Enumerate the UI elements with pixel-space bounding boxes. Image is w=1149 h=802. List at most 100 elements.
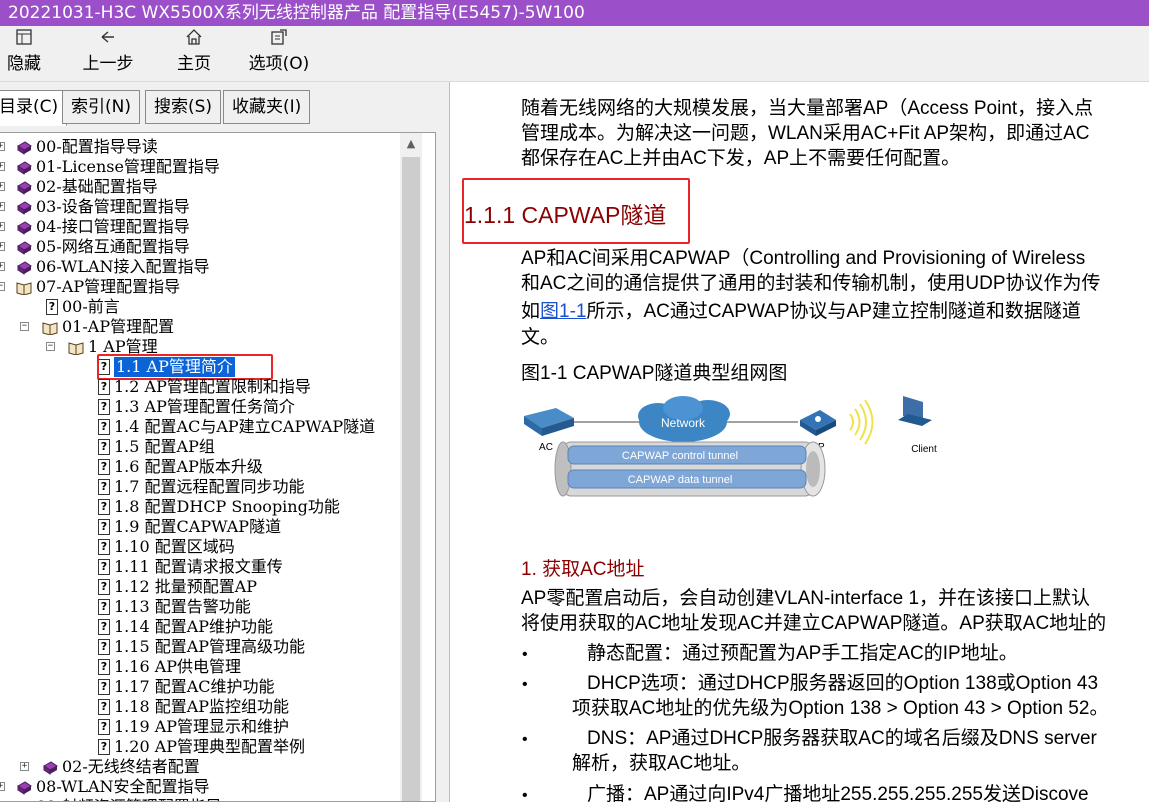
bullet-4-text: 广播：AP通过向IPv4广播地址255.255.255.255发送Discove [587,784,1089,802]
help-page-icon: ? [98,379,110,395]
tree-item[interactable]: +04-接口管理配置指导 [0,217,400,237]
wireless-signal-icon [849,399,874,445]
collapse-icon[interactable]: − [0,282,5,291]
closed-book-icon [16,260,32,275]
tree-item-label: 1.6 配置AP版本升级 [114,457,263,476]
tree-item[interactable]: ? 1.2 AP管理配置限制和指导 [0,377,400,397]
expand-icon[interactable]: + [0,162,5,171]
tree-item[interactable]: ? 00-前言 [0,297,400,317]
tree-item[interactable]: ? 1.9 配置CAPWAP隧道 [0,517,400,537]
tree-item[interactable]: ? 1.13 配置告警功能 [0,597,400,617]
data-tunnel-label: CAPWAP data tunnel [628,474,733,486]
tree-item[interactable]: ? 1.3 AP管理配置任务简介 [0,397,400,417]
expand-icon[interactable]: + [0,142,5,151]
ap-device-icon [800,410,836,436]
expand-icon[interactable]: + [20,762,29,771]
tree-item[interactable]: ? 1.19 AP管理显示和维护 [0,717,400,737]
expand-icon[interactable]: + [0,222,5,231]
help-page-icon: ? [98,659,110,675]
tree-item-label: 1.10 配置区域码 [114,537,235,556]
tab-index[interactable]: 索引(N) [62,90,140,124]
help-page-icon: ? [98,499,110,515]
hide-label: 隐藏 [7,54,41,74]
tree-item[interactable]: − 01-AP管理配置 [0,317,400,337]
tree-item-label: 1.2 AP管理配置限制和指导 [114,377,311,396]
tree-item[interactable]: +01-License管理配置指导 [0,157,400,177]
figure-link[interactable]: 图1-1 [540,301,586,322]
tree-item[interactable]: ? 1.6 配置AP版本升级 [0,457,400,477]
closed-book-icon [16,160,32,175]
tree-item-label: 05-网络互通配置指导 [36,237,190,256]
tree-item[interactable]: ? 1.10 配置区域码 [0,537,400,557]
tree-item[interactable]: ? 1.17 配置AC维护功能 [0,677,400,697]
home-button[interactable]: 主页 [172,28,216,80]
window-title: 20221031-H3C WX5500X系列无线控制器产品 配置指导(E5457… [0,0,1149,26]
tree-item[interactable]: +06-WLAN接入配置指导 [0,257,400,277]
help-page-icon: ? [98,619,110,635]
tree-item[interactable]: ? 1.12 批量预配置AP [0,577,400,597]
tree-item-label: 00-前言 [62,297,120,316]
tree-item[interactable]: +09-射频资源管理配置指导 [0,797,400,801]
expand-icon[interactable]: + [0,242,5,251]
navigation-pane: 目录(C) 索引(N) 搜索(S) 收藏夹(I) +00-配置指导导读+01-L… [0,82,442,802]
tree-item[interactable]: ? 1.11 配置请求报文重传 [0,557,400,577]
tree-item[interactable]: ? 1.8 配置DHCP Snooping功能 [0,497,400,517]
topic-content: 随着无线网络的大规模发展，当大量部署AP（Access Point，接入点 管理… [450,82,1149,802]
tree-item[interactable]: ? 1.20 AP管理典型配置举例 [0,737,400,757]
tree-item[interactable]: +00-配置指导导读 [0,137,400,157]
closed-book-icon [16,180,32,195]
options-button[interactable]: 选项(O) [244,28,314,80]
bullet-2-cont: 项获取AC地址的优先级为Option 138 > Option 43 > Opt… [572,698,1109,719]
tree-item-label: 03-设备管理配置指导 [36,197,190,216]
tree-item-label: 04-接口管理配置指导 [36,217,190,236]
expand-icon[interactable]: + [0,782,5,791]
closed-book-icon [16,780,32,795]
hide-button[interactable]: 隐藏 [4,28,44,80]
closed-book-icon [16,220,32,235]
tree-item-label: 02-基础配置指导 [36,177,158,196]
back-button[interactable]: 上一步 [78,28,138,80]
collapse-icon[interactable]: − [46,342,55,351]
tree-item-label: 09-射频资源管理配置指导 [36,797,222,801]
tree-item-label: 1.16 AP供电管理 [114,657,242,676]
tree-item[interactable]: ? 1.5 配置AP组 [0,437,400,457]
tree-item[interactable]: +05-网络互通配置指导 [0,237,400,257]
collapse-icon[interactable]: − [20,322,29,331]
tree-item[interactable]: +02-基础配置指导 [0,177,400,197]
tree-item[interactable]: ? 1.16 AP供电管理 [0,657,400,677]
expand-icon[interactable]: + [0,182,5,191]
tree-item[interactable]: ? 1.7 配置远程配置同步功能 [0,477,400,497]
expand-icon[interactable]: + [0,202,5,211]
tree-item[interactable]: ? 1.14 配置AP维护功能 [0,617,400,637]
tab-search[interactable]: 搜索(S) [145,90,222,124]
pane-splitter[interactable] [442,82,450,802]
scroll-up-arrow-icon[interactable]: ▲ [400,133,422,155]
tree-item[interactable]: +02-无线终结者配置 [0,757,400,777]
tree-item-label: 1.14 配置AP维护功能 [114,617,274,636]
tree-item[interactable]: ? 1.18 配置AP监控组功能 [0,697,400,717]
bullet-4-marker: • [522,787,528,802]
tree-item-label: 1.4 配置AC与AP建立CAPWAP隧道 [114,417,376,436]
closed-book-icon [16,140,32,155]
tree-item[interactable]: +08-WLAN安全配置指导 [0,777,400,797]
client-laptop-icon [898,396,932,426]
tab-contents[interactable]: 目录(C) [0,90,68,126]
scrollbar-thumb[interactable] [402,157,420,801]
tab-favorites[interactable]: 收藏夹(I) [223,90,311,124]
expand-icon[interactable]: + [0,262,5,271]
hide-icon [4,28,44,52]
tree-item[interactable]: +03-设备管理配置指导 [0,197,400,217]
help-page-icon: ? [98,399,110,415]
help-page-icon: ? [98,519,110,535]
tree-scrollbar[interactable]: ▲ [400,133,422,801]
para-line-1: AP和AC间采用CAPWAP（Controlling and Provision… [521,248,1086,269]
bullet-2-text: DHCP选项：通过DHCP服务器返回的Option 138或Option 43 [587,673,1099,694]
tree-item-label: 01-AP管理配置 [62,317,175,336]
para-line-2: 和AC之间的通信提供了通用的封装和传输机制，使用UDP协议作为传 [521,273,1101,294]
tree-item[interactable]: ? 1.4 配置AC与AP建立CAPWAP隧道 [0,417,400,437]
tree-item-label: 1.17 配置AC维护功能 [114,677,275,696]
closed-book-icon [16,240,32,255]
tree-item[interactable]: − 07-AP管理配置指导 [0,277,400,297]
help-page-icon: ? [98,579,110,595]
tree-item[interactable]: ? 1.15 配置AP管理高级功能 [0,637,400,657]
